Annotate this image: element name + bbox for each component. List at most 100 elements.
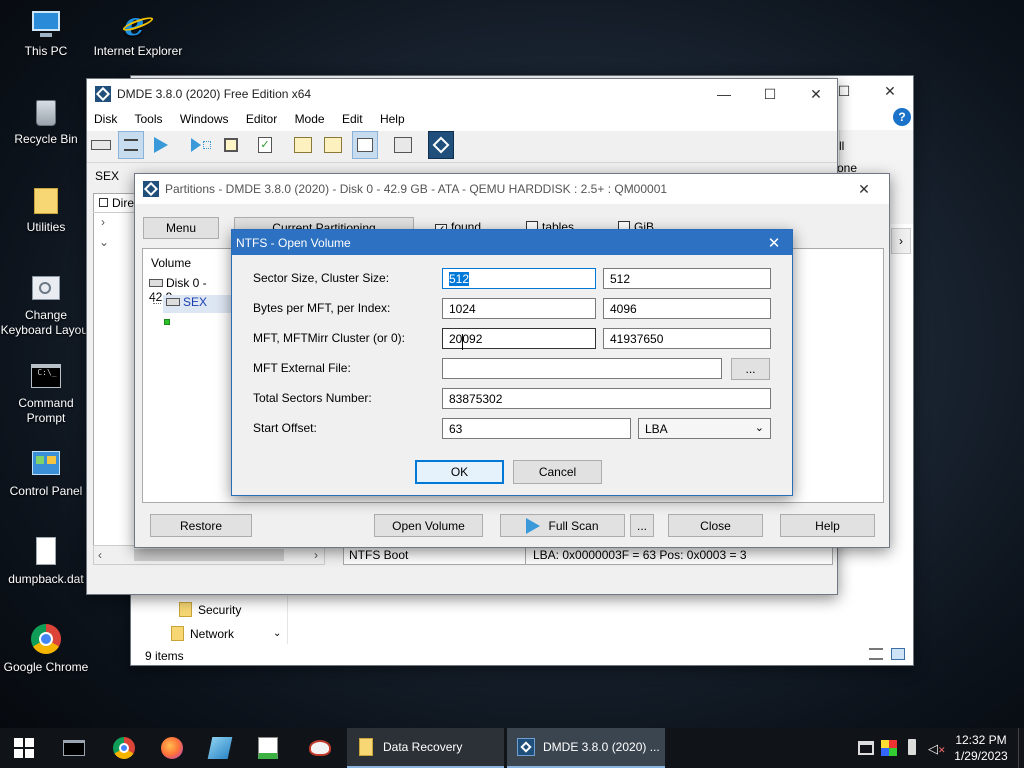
desktop-icon-google-chrome[interactable]: Google Chrome [0, 624, 92, 675]
dmde-close-button[interactable]: ✕ [793, 79, 839, 109]
cancel-button[interactable]: Cancel [513, 460, 602, 484]
disk-list-item[interactable]: Disk 0 - 42.9 [149, 276, 233, 304]
list-view-icon[interactable] [118, 131, 144, 159]
taskbar-app-6[interactable] [296, 728, 344, 768]
desktop-icon-control-panel[interactable]: Control Panel [0, 448, 92, 499]
column-header-volume[interactable]: Volume [151, 256, 191, 270]
forward-scan-icon[interactable] [188, 131, 214, 159]
nav-label: Security [198, 603, 242, 617]
browse-button[interactable]: ... [731, 358, 770, 380]
help-icon[interactable]: ? [893, 108, 911, 126]
bytes-per-mft-label: Bytes per MFT, per Index: [253, 301, 391, 315]
sector-size-input[interactable]: 512 [442, 268, 596, 289]
close-button[interactable]: Close [668, 514, 763, 537]
menu-help[interactable]: Help [380, 112, 405, 126]
taskbar-app-4[interactable] [196, 728, 244, 768]
chart-tool-icon [258, 737, 278, 759]
sex-item-label: SEX [183, 295, 208, 309]
show-desktop-button[interactable] [1018, 728, 1024, 768]
taskbar-chrome[interactable] [100, 728, 148, 768]
chevron-down-icon[interactable]: ⌄ [99, 235, 109, 249]
tree-checkbox[interactable] [99, 198, 108, 207]
thumbnails-view-icon[interactable] [891, 648, 905, 660]
full-scan-options-button[interactable]: ... [630, 514, 654, 537]
disk-icon[interactable] [88, 131, 114, 159]
play-icon[interactable] [148, 131, 174, 159]
partitions-close-button[interactable]: ✕ [841, 174, 887, 204]
dialog-title: NTFS - Open Volume [236, 235, 351, 250]
taskbar-firefox[interactable] [148, 728, 196, 768]
dmde-maximize-button[interactable]: ☐ [747, 79, 793, 109]
menu-edit[interactable]: Edit [342, 112, 363, 126]
open-volume-button[interactable]: Open Volume [374, 514, 483, 537]
grid-view-icon[interactable] [352, 131, 378, 159]
explorer-nav-item-security[interactable]: Security [179, 602, 299, 622]
full-scan-button[interactable]: Full Scan [500, 514, 625, 537]
restore-button[interactable]: Restore [150, 514, 252, 537]
mft-cluster-label: MFT, MFTMirr Cluster (or 0): [253, 331, 405, 345]
menu-disk[interactable]: Disk [94, 112, 117, 126]
menu-mode[interactable]: Mode [295, 112, 325, 126]
mftmirr-cluster-input[interactable]: 41937650 [603, 328, 771, 349]
mft-external-file-input[interactable] [442, 358, 722, 379]
mft-external-file-label: MFT External File: [253, 361, 351, 375]
dialog-close-button[interactable]: ✕ [756, 230, 792, 255]
taskbar-app-label: Data Recovery [383, 740, 463, 754]
bytes-per-mft-input[interactable]: 1024 [442, 298, 596, 319]
explorer-close-button[interactable]: ✕ [867, 76, 913, 106]
taskbar: Data Recovery DMDE 3.8.0 (2020) ... ◁✕ 1… [0, 728, 1024, 768]
details-view-icon[interactable] [869, 648, 883, 660]
explorer-scrollbar-corner: › [891, 228, 911, 254]
desktop-icon-recycle-bin[interactable]: Recycle Bin [0, 96, 92, 147]
menu-windows[interactable]: Windows [180, 112, 229, 126]
dialog-titlebar: NTFS - Open Volume [232, 230, 792, 255]
mft-cluster-input[interactable]: 20092 [442, 328, 596, 349]
desktop-icon-label: Recycle Bin [14, 132, 78, 146]
bytes-per-index-input[interactable]: 4096 [603, 298, 771, 319]
total-sectors-input[interactable]: 83875302 [442, 388, 771, 409]
menu-tools[interactable]: Tools [134, 112, 162, 126]
dmde-minimize-button[interactable]: — [701, 79, 747, 109]
search-icon[interactable] [218, 131, 244, 159]
menu-editor[interactable]: Editor [246, 112, 277, 126]
network-tray-icon[interactable] [858, 741, 874, 755]
play-icon [526, 517, 541, 534]
details-icon[interactable] [320, 131, 346, 159]
cmd-icon [63, 740, 85, 756]
start-offset-input[interactable]: 63 [442, 418, 631, 439]
desktop-icon-this-pc[interactable]: This PC [0, 8, 92, 59]
taskbar-cmd[interactable] [50, 728, 98, 768]
taskbar-data-recovery[interactable]: Data Recovery [347, 728, 504, 768]
taskbar-app-label: DMDE 3.8.0 (2020) ... [543, 740, 660, 754]
display-tray-icon[interactable] [881, 740, 897, 756]
taskbar-app-5[interactable] [244, 728, 292, 768]
desktop-icon-label: Internet Explorer [93, 44, 183, 58]
checklist-icon[interactable]: ✓ [252, 131, 278, 159]
cluster-size-input[interactable]: 512 [603, 268, 771, 289]
usb-tray-icon[interactable] [908, 739, 916, 755]
start-button[interactable] [0, 728, 48, 768]
sex-list-item[interactable]: SEX [163, 295, 233, 313]
desktop-icon-label: Google Chrome [3, 660, 89, 674]
desktop-icon-command-prompt[interactable]: C:\_ Command Prompt [0, 360, 92, 426]
tree-view-icon[interactable] [290, 131, 316, 159]
dmde-hscrollbar[interactable]: ‹ › [93, 545, 325, 565]
offset-unit-select[interactable]: LBA ⌄ [638, 418, 771, 439]
dmde-logo-icon[interactable] [428, 131, 454, 159]
desktop-icon-utilities[interactable]: Utilities [0, 184, 92, 235]
clock[interactable]: 12:32 PM 1/29/2023 [948, 732, 1014, 764]
disk-icon [149, 279, 163, 287]
desktop-icon-internet-explorer[interactable]: e Internet Explorer [92, 8, 184, 59]
volume-muted-icon[interactable]: ◁✕ [928, 741, 946, 757]
help-button[interactable]: Help [780, 514, 875, 537]
partition-icon [166, 298, 180, 306]
partitions-menu-button[interactable]: Menu [143, 217, 219, 239]
window-layout-icon[interactable] [390, 131, 416, 159]
chevron-right-icon[interactable]: › [101, 215, 105, 229]
desktop-icon-change-keyboard-layout[interactable]: Change Keyboard Layout [0, 272, 92, 338]
taskbar-dmde[interactable]: DMDE 3.8.0 (2020) ... [507, 728, 665, 768]
chevron-down-icon[interactable]: ⌄ [273, 628, 281, 639]
ok-button[interactable]: OK [415, 460, 504, 484]
dmde-bottom-left-text: NTFS Boot [349, 548, 409, 562]
desktop-icon-dumpback[interactable]: dumpback.dat [0, 536, 92, 587]
